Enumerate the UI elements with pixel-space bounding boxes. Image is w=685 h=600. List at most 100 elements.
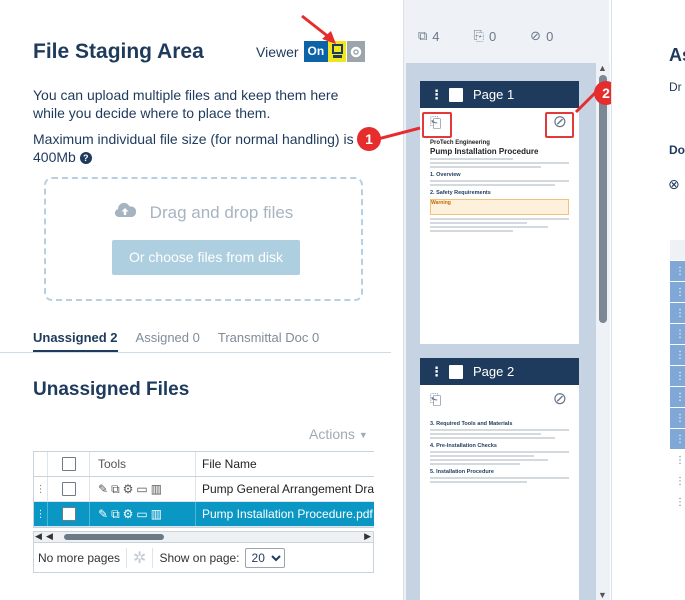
thumb-line	[430, 455, 535, 457]
thumb-line	[430, 481, 528, 483]
library-icon[interactable]: ▥	[151, 482, 162, 496]
highlight-exclude-icon	[545, 112, 574, 138]
tab-transmittal-doc[interactable]: Transmittal Doc 0	[218, 330, 319, 345]
cloud-upload-icon	[114, 202, 136, 223]
tab-assigned[interactable]: Assigned 0	[136, 330, 200, 345]
page-card-header: ⋮ Page 2	[420, 358, 579, 385]
thumb-line	[430, 226, 549, 228]
thumb-line	[430, 463, 521, 465]
thumb-section: 4. Pre-Installation Checks	[430, 443, 497, 449]
assign-rows: ⋮ ⋮ ⋮ ⋮ ⋮ ⋮ ⋮ ⋮ ⋮ ⋮ ⋮ ⋮	[670, 240, 685, 513]
edit-pencil-icon[interactable]: ✎	[98, 507, 108, 521]
thumb-company: ProTech Engineering	[430, 140, 490, 146]
row-tools: ✎ ⧉ ⚙ ▭ ▥	[90, 502, 196, 526]
tools-column-header: Tools	[90, 452, 196, 476]
list-item[interactable]: ⋮	[670, 492, 685, 513]
file-name-cell[interactable]: Pump Installation Procedure.pdf	[196, 507, 374, 521]
gears-icon[interactable]: ⚙	[123, 507, 134, 521]
row-checkbox-cell	[48, 477, 90, 501]
thumb-section: 5. Installation Procedure	[430, 469, 494, 475]
assign-panel-title: As	[669, 45, 685, 65]
scroll-right-arrow-icon[interactable]: ▶	[364, 531, 371, 542]
preview-icon[interactable]: ▭	[136, 482, 147, 496]
thumb-line	[430, 166, 542, 168]
page-checkbox[interactable]	[449, 87, 463, 102]
table-row[interactable]: ⋮ ✎ ⧉ ⚙ ▭ ▥ Pump General Arrangement Dra…	[34, 477, 374, 502]
settings-gear-icon[interactable]	[347, 41, 366, 62]
pager-divider	[126, 547, 128, 568]
page-label: Page 1	[473, 87, 515, 102]
scroll-thumb[interactable]	[64, 534, 164, 540]
list-item[interactable]: ⋮	[670, 303, 685, 324]
scroll-left-arrow-icon[interactable]: ◀	[35, 531, 42, 542]
thumb-section: 2. Safety Requirements	[430, 190, 491, 196]
edit-pencil-icon[interactable]: ✎	[98, 482, 108, 496]
drag-handle-icon[interactable]: ⋮	[34, 502, 48, 526]
scroll-left-arrow-icon[interactable]: ◀	[46, 531, 53, 542]
page-checkbox[interactable]	[449, 364, 463, 379]
row-tools: ✎ ⧉ ⚙ ▭ ▥	[90, 477, 196, 501]
list-item[interactable]: ⋮	[670, 471, 685, 492]
list-item[interactable]: ⋮	[670, 429, 685, 450]
thumb-section: 1. Overview	[430, 172, 461, 178]
vertical-scrollbar[interactable]: ▲ ▼	[597, 63, 610, 600]
list-item[interactable]: ⋮	[670, 282, 685, 303]
files-table: Tools File Name ⋮ ✎ ⧉ ⚙ ▭ ▥ Pump General…	[33, 451, 374, 528]
staging-description: You can upload multiple files and keep t…	[33, 87, 339, 121]
total-pages-value: 4	[432, 28, 440, 44]
file-name-cell[interactable]: Pump General Arrangement Drawir	[196, 482, 374, 496]
clear-filter-icon[interactable]: ⊗	[668, 176, 680, 193]
select-all-cell	[48, 452, 90, 476]
list-item[interactable]: ⋮	[670, 366, 685, 387]
row-checkbox[interactable]	[61, 482, 76, 496]
choose-files-button[interactable]: Or choose files from disk	[112, 240, 300, 275]
select-all-checkbox[interactable]	[61, 457, 76, 471]
preview-icon[interactable]: ▭	[136, 507, 147, 521]
move-to-file-icon[interactable]: ⎗	[430, 391, 441, 408]
excluded-pages-value: 0	[546, 28, 554, 44]
scroll-down-arrow-icon[interactable]: ▼	[598, 590, 607, 600]
viewer-label: Viewer	[256, 43, 299, 60]
thumb-line	[430, 459, 549, 461]
gears-icon[interactable]: ⚙	[123, 482, 134, 496]
table-row-selected[interactable]: ⋮ ✎ ⧉ ⚙ ▭ ▥ Pump Installation Procedure.…	[34, 502, 374, 527]
page-card[interactable]: ⋮ Page 2 ⎗ ⊘ 3. Required Tools and Mater…	[420, 358, 579, 600]
file-name-column-header[interactable]: File Name	[196, 457, 374, 471]
tab-divider	[0, 352, 391, 353]
drag-handle-icon[interactable]: ⋮	[34, 477, 48, 501]
list-item[interactable]: ⋮	[670, 387, 685, 408]
thumb-doc-title: Pump Installation Procedure	[430, 147, 539, 156]
list-item[interactable]: ⋮	[670, 261, 685, 282]
thumb-line	[430, 218, 569, 220]
edit-doc-icon: ⎘	[473, 28, 484, 43]
edited-pages-value: 0	[488, 28, 497, 44]
drag-handle-icon[interactable]: ⋮	[430, 87, 443, 103]
scroll-up-arrow-icon[interactable]: ▲	[598, 63, 607, 73]
list-item[interactable]: ⋮	[670, 345, 685, 366]
tab-unassigned[interactable]: Unassigned 2	[33, 330, 118, 353]
actions-dropdown[interactable]: Actions ▼	[309, 426, 368, 442]
help-icon[interactable]: ?	[79, 152, 92, 164]
list-item[interactable]: ⋮	[670, 408, 685, 429]
page-thumbnail[interactable]: 3. Required Tools and Materials 4. Pre-I…	[428, 413, 571, 489]
refresh-icon[interactable]: ✲	[133, 548, 146, 568]
horizontal-scrollbar[interactable]: ◀ ◀ ▶	[33, 531, 374, 543]
copy-icon[interactable]: ⧉	[111, 507, 120, 522]
annotation-arrow	[301, 14, 336, 44]
assign-panel-text: Dr	[669, 80, 682, 94]
exclude-page-icon[interactable]: ⊘	[553, 389, 567, 409]
drag-handle-icon[interactable]: ⋮	[430, 364, 443, 380]
thumb-line	[430, 429, 569, 431]
library-icon[interactable]: ▥	[151, 507, 162, 521]
page-thumbnail[interactable]: ProTech Engineering Pump Installation Pr…	[428, 136, 571, 238]
row-checkbox-cell	[48, 502, 90, 526]
row-checkbox[interactable]	[61, 507, 76, 521]
page-size-select[interactable]: 20	[244, 547, 285, 568]
thumb-line	[430, 162, 569, 164]
copy-icon[interactable]: ⧉	[111, 482, 120, 497]
thumb-warning-box: Warning	[430, 199, 569, 215]
pages-scroll-area[interactable]: ⋮ Page 1 ⎗ ⊘ ProTech Engineering Pump In…	[406, 63, 596, 600]
list-item[interactable]: ⋮	[670, 450, 685, 471]
list-item[interactable]: ⋮	[670, 324, 685, 345]
drop-zone[interactable]: Drag and drop files Or choose files from…	[44, 177, 363, 301]
